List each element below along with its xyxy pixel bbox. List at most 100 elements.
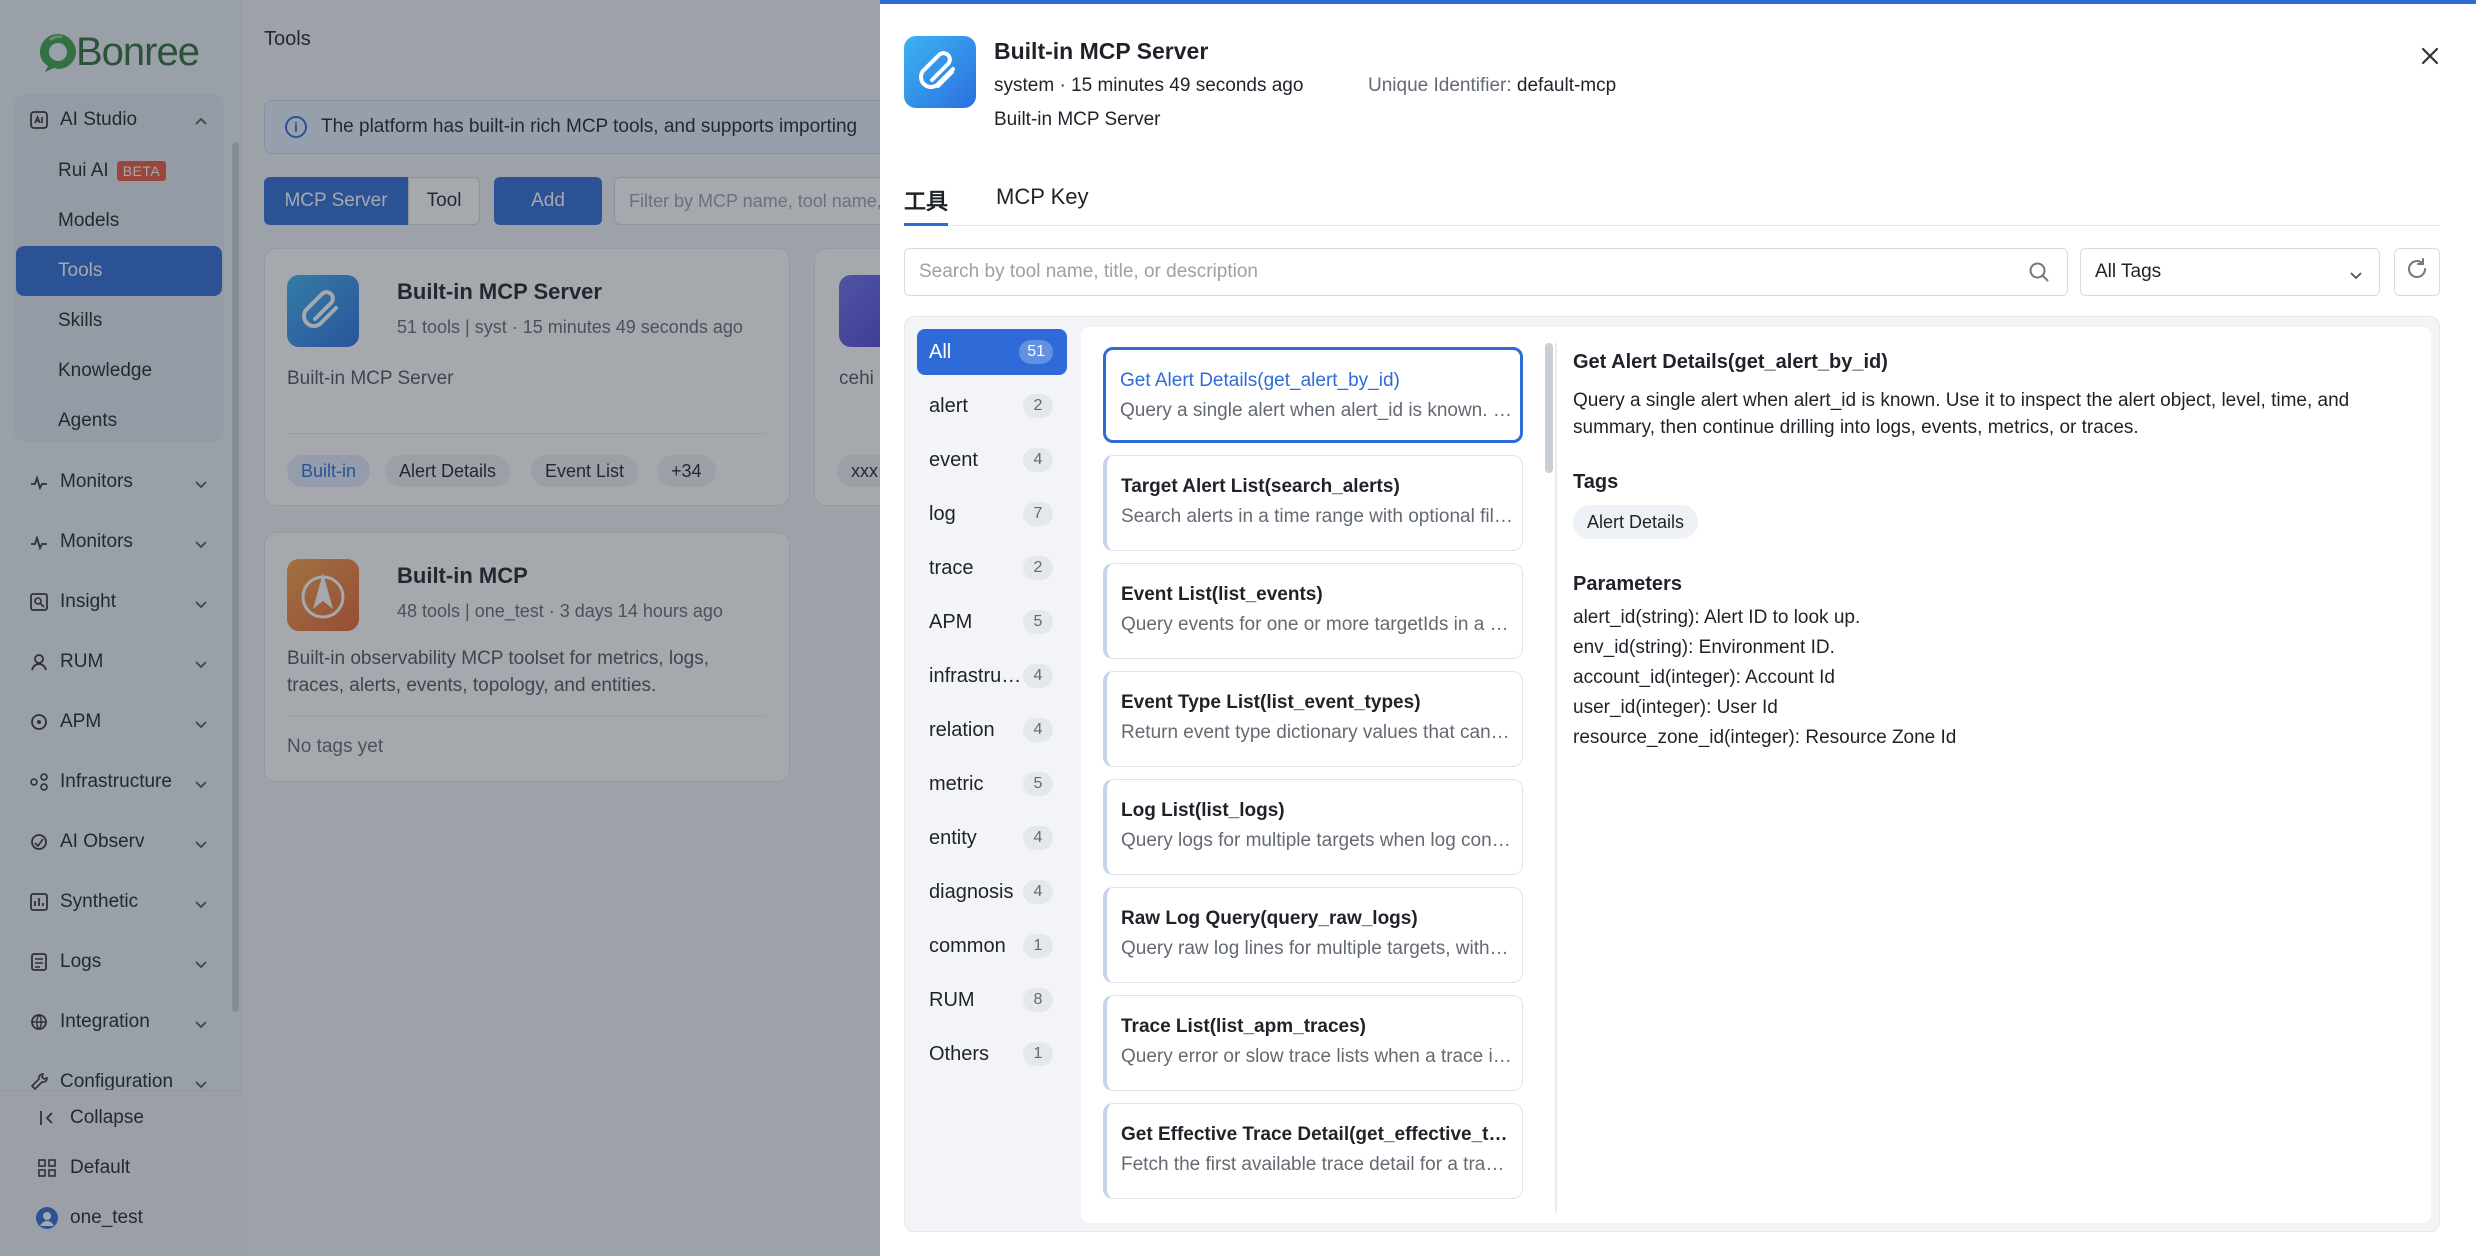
drawer-tabs: 工具 MCP Key [904, 180, 2440, 226]
tool-desc: Query logs for multiple targets when log… [1121, 830, 1513, 851]
category-count: 5 [1023, 772, 1053, 796]
category-common[interactable]: common 1 [917, 923, 1067, 969]
category-name: All [929, 340, 952, 363]
unique-identifier: Unique Identifier: default-mcp [1368, 75, 1616, 97]
category-count: 1 [1023, 1042, 1053, 1066]
category-name: diagnosis [929, 880, 1014, 903]
tool-desc: Query events for one or more targetIds i… [1121, 614, 1513, 635]
category-name: log [929, 502, 956, 525]
param-resource-zone-id: resource_zone_id(integer): Resource Zone… [1573, 727, 1957, 748]
category-entity[interactable]: entity 4 [917, 815, 1067, 861]
tag-select[interactable]: All Tags [2080, 248, 2380, 296]
tool-desc: Query error or slow trace lists when a t… [1121, 1046, 1513, 1067]
detail-tag: Alert Details [1573, 505, 1699, 539]
tool-desc: Return event type dictionary values that… [1121, 722, 1513, 743]
category-count: 4 [1023, 664, 1053, 688]
category-alert[interactable]: alert 2 [917, 383, 1067, 429]
tool-item-list-logs[interactable]: Log List(list_logs) Query logs for multip… [1103, 779, 1523, 875]
tool-desc: Search alerts in a time range with optio… [1121, 506, 1513, 527]
category-others[interactable]: Others 1 [917, 1031, 1067, 1077]
category-log[interactable]: log 7 [917, 491, 1067, 537]
uid-label: Unique Identifier: [1368, 75, 1517, 96]
param-account-id: account_id(integer): Account Id [1573, 667, 1835, 688]
tool-item-list-apm-traces[interactable]: Trace List(list_apm_traces) Query error o… [1103, 995, 1523, 1091]
category-name: infrastructure [929, 664, 1025, 687]
category-name: RUM [929, 988, 975, 1011]
tool-desc: Query raw log lines for multiple targets… [1121, 938, 1513, 959]
category-count: 4 [1023, 880, 1053, 904]
category-name: Others [929, 1042, 990, 1065]
refresh-icon [2405, 257, 2429, 287]
tool-list-panel: Get Alert Details(get_alert_by_id) Query … [1081, 327, 2431, 1223]
tool-item-search-alerts[interactable]: Target Alert List(search_alerts) Search a… [1103, 455, 1523, 551]
category-name: entity [929, 826, 977, 849]
drawer-title: Built-in MCP Server [994, 38, 1209, 64]
category-name: relation [929, 718, 995, 741]
param-user-id: user_id(integer): User Id [1573, 697, 1778, 718]
category-name: APM [929, 610, 973, 633]
drawer-meta: system · 15 minutes 49 seconds ago [994, 75, 1304, 96]
category-metric[interactable]: metric 5 [917, 761, 1067, 807]
category-name: event [929, 448, 978, 471]
category-count: 2 [1023, 394, 1053, 418]
category-name: common [929, 934, 1006, 957]
category-rum[interactable]: RUM 8 [917, 977, 1067, 1023]
refresh-button[interactable] [2394, 248, 2440, 296]
category-name: alert [929, 394, 968, 417]
param-env-id: env_id(string): Environment ID. [1573, 637, 1835, 658]
category-count: 4 [1023, 826, 1053, 850]
param-alert-id: alert_id(string): Alert ID to look up. [1573, 607, 1861, 628]
category-count: 1 [1023, 934, 1053, 958]
category-count: 4 [1023, 718, 1053, 742]
tool-title: Trace List(list_apm_traces) [1121, 1016, 1367, 1037]
tool-item-get-effective-trace-detail[interactable]: Get Effective Trace Detail(get_effective… [1103, 1103, 1523, 1199]
tool-title: Log List(list_logs) [1121, 800, 1285, 821]
tab-mcp-key[interactable]: MCP Key [996, 184, 1089, 226]
search-icon[interactable] [2028, 261, 2050, 283]
category-trace[interactable]: trace 2 [917, 545, 1067, 591]
category-count: 51 [1019, 340, 1053, 364]
category-name: metric [929, 772, 984, 795]
tool-desc: Query a single alert when alert_id is kn… [1120, 400, 1512, 421]
detail-desc: Query a single alert when alert_id is kn… [1573, 390, 2350, 438]
tab-tools[interactable]: 工具 [904, 184, 949, 226]
parameters-heading: Parameters [1573, 573, 1682, 595]
mcp-detail-drawer: Built-in MCP Server system · 15 minutes … [880, 0, 2476, 1256]
category-all[interactable]: All 51 [917, 329, 1067, 375]
uid-value: default-mcp [1516, 75, 1617, 96]
tool-item-list-events[interactable]: Event List(list_events) Query events for … [1103, 563, 1523, 659]
tool-title: Raw Log Query(query_raw_logs) [1121, 908, 1418, 929]
drawer-desc: Built-in MCP Server [994, 109, 1161, 130]
close-icon[interactable] [2416, 42, 2444, 70]
category-diagnosis[interactable]: diagnosis 4 [917, 869, 1067, 915]
category-relation[interactable]: relation 4 [917, 707, 1067, 753]
tool-title: Event List(list_events) [1121, 584, 1323, 605]
tags-heading: Tags [1573, 471, 1619, 493]
tool-list-scrollbar[interactable] [1545, 343, 1553, 473]
category-event[interactable]: event 4 [917, 437, 1067, 483]
tool-title: Target Alert List(search_alerts) [1121, 476, 1400, 497]
category-count: 2 [1023, 556, 1053, 580]
list-divider [1555, 343, 1557, 1213]
category-count: 4 [1023, 448, 1053, 472]
tool-item-query-raw-logs[interactable]: Raw Log Query(query_raw_logs) Query raw l… [1103, 887, 1523, 983]
tool-title: Get Effective Trace Detail(get_effective… [1121, 1124, 1513, 1145]
tool-item-list-event-types[interactable]: Event Type List(list_event_types) Return … [1103, 671, 1523, 767]
tool-item-get-alert-by-id[interactable]: Get Alert Details(get_alert_by_id) Query … [1103, 347, 1523, 443]
category-name: trace [929, 556, 974, 579]
category-count: 8 [1023, 988, 1053, 1012]
paperclip-icon [904, 36, 976, 108]
category-infrastructure[interactable]: infrastructure4 [917, 653, 1067, 699]
modal-overlay[interactable] [0, 0, 880, 1256]
tools-panel: All 51 alert 2 event 4 log 7 trace 2 APM 5 inf… [904, 316, 2440, 1232]
category-count: 5 [1023, 610, 1053, 634]
tool-search-input[interactable] [904, 248, 2068, 296]
tool-title: Event Type List(list_event_types) [1121, 692, 1421, 713]
category-count: 7 [1023, 502, 1053, 526]
detail-title: Get Alert Details(get_alert_by_id) [1573, 351, 1888, 373]
tool-desc: Fetch the first available trace detail f… [1121, 1154, 1513, 1175]
tool-title: Get Alert Details(get_alert_by_id) [1120, 370, 1400, 391]
chevron-down-icon [2349, 266, 2363, 280]
category-apm[interactable]: APM 5 [917, 599, 1067, 645]
tag-select-value: All Tags [2095, 261, 2162, 282]
